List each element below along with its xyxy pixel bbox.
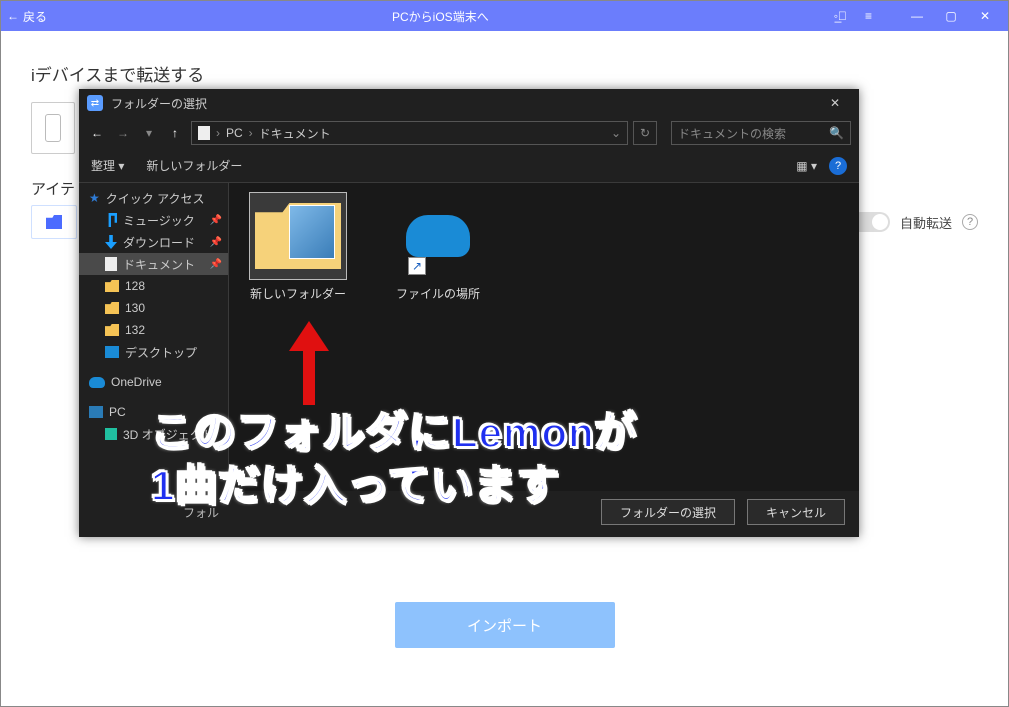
chevron-down-icon[interactable]: ⌄ <box>611 126 621 140</box>
folder-icon <box>105 280 119 292</box>
star-icon: ★ <box>89 191 100 205</box>
add-folder-button[interactable] <box>31 205 77 239</box>
organize-menu[interactable]: 整理 ▾ <box>91 157 124 174</box>
app-header: ← 戻る PCからiOS端末へ ◦̲⃝ ≡ — ▢ ✕ <box>1 1 1008 31</box>
music-icon <box>105 213 117 227</box>
user-icon[interactable]: ◦̲⃝ <box>834 9 847 23</box>
tile-label: 新しいフォルダー <box>243 285 353 302</box>
folder-icon <box>46 215 62 229</box>
cube-icon <box>105 428 117 440</box>
tree-desktop[interactable]: デスクトップ <box>79 341 228 363</box>
tile-file-location[interactable]: ↗ ファイルの場所 <box>383 193 493 302</box>
back-label: 戻る <box>23 8 47 25</box>
folder-icon <box>105 302 119 314</box>
onedrive-icon <box>406 215 470 257</box>
search-icon: 🔍 <box>829 126 844 140</box>
back-button[interactable]: ← 戻る <box>7 8 47 25</box>
folder-field-label: フォル <box>183 504 219 521</box>
tree-music[interactable]: ミュージック📌 <box>79 209 228 231</box>
tree-onedrive[interactable]: OneDrive <box>79 371 228 393</box>
search-placeholder: ドキュメントの検索 <box>678 125 786 142</box>
tree-downloads[interactable]: ダウンロード📌 <box>79 231 228 253</box>
nav-back-icon[interactable]: ← <box>87 126 107 140</box>
download-icon <box>105 235 117 249</box>
menu-icon[interactable]: ≡ <box>865 9 872 23</box>
tree-pc[interactable]: PC <box>79 401 228 423</box>
shortcut-icon: ↗ <box>408 257 426 275</box>
pin-icon: 📌 <box>210 215 222 226</box>
maximize-button[interactable]: ▢ <box>934 1 968 31</box>
close-button[interactable]: ✕ <box>968 1 1002 31</box>
section-title: iデバイスまで転送する <box>31 61 978 86</box>
cancel-button[interactable]: キャンセル <box>747 499 845 525</box>
refresh-button[interactable]: ↻ <box>633 121 657 145</box>
app-title: PCからiOS端末へ <box>47 8 834 25</box>
help-icon[interactable]: ? <box>962 214 978 230</box>
dialog-close-button[interactable]: ✕ <box>819 89 851 117</box>
chevron-right-icon: › <box>216 126 220 140</box>
breadcrumb-current[interactable]: ドキュメント <box>259 125 331 142</box>
file-area[interactable]: 新しいフォルダー ↗ ファイルの場所 <box>229 183 859 491</box>
nav-forward-icon[interactable]: → <box>113 126 133 140</box>
nav-tree: ★クイック アクセス ミュージック📌 ダウンロード📌 ドキュメント📌 128 1… <box>79 183 229 491</box>
tree-folder-128[interactable]: 128 <box>79 275 228 297</box>
tile-new-folder[interactable]: 新しいフォルダー <box>243 193 353 302</box>
nav-up-icon[interactable]: ↑ <box>165 126 185 140</box>
new-folder-button[interactable]: 新しいフォルダー <box>146 157 242 174</box>
folder-icon <box>105 324 119 336</box>
tree-quick-access[interactable]: ★クイック アクセス <box>79 187 228 209</box>
tree-3d-objects[interactable]: 3D オブジェクト <box>79 423 228 445</box>
minimize-button[interactable]: — <box>900 1 934 31</box>
tree-folder-130[interactable]: 130 <box>79 297 228 319</box>
view-mode-button[interactable]: ▦ ▾ <box>796 159 817 173</box>
folder-dialog: ⇄ フォルダーの選択 ✕ ← → ▾ ↑ › PC › ドキュメント ⌄ ↻ ド… <box>79 89 859 537</box>
tree-folder-132[interactable]: 132 <box>79 319 228 341</box>
doc-icon <box>198 126 210 140</box>
dialog-title: フォルダーの選択 <box>111 95 207 112</box>
pin-icon: 📌 <box>210 237 222 248</box>
monitor-icon <box>105 346 119 358</box>
import-button[interactable]: インポート <box>395 602 615 648</box>
auto-transfer-label: 自動転送 <box>900 213 952 232</box>
dialog-app-icon: ⇄ <box>87 95 103 111</box>
header-actions: ◦̲⃝ ≡ — ▢ ✕ <box>834 1 1002 31</box>
address-bar[interactable]: › PC › ドキュメント ⌄ <box>191 121 628 145</box>
folder-icon <box>255 203 341 269</box>
breadcrumb-root[interactable]: PC <box>226 126 243 140</box>
chevron-left-icon: ← <box>7 9 19 23</box>
pc-icon <box>89 406 103 418</box>
chevron-right-icon: › <box>249 126 253 140</box>
tree-documents[interactable]: ドキュメント📌 <box>79 253 228 275</box>
doc-icon <box>105 257 117 271</box>
pin-icon: 📌 <box>210 259 222 270</box>
dialog-help-icon[interactable]: ? <box>829 157 847 175</box>
select-folder-button[interactable]: フォルダーの選択 <box>601 499 735 525</box>
device-thumbnail[interactable] <box>31 102 75 154</box>
tile-label: ファイルの場所 <box>383 285 493 302</box>
search-input[interactable]: ドキュメントの検索 🔍 <box>671 121 851 145</box>
onedrive-icon <box>89 377 105 388</box>
nav-dropdown-icon[interactable]: ▾ <box>139 126 159 140</box>
